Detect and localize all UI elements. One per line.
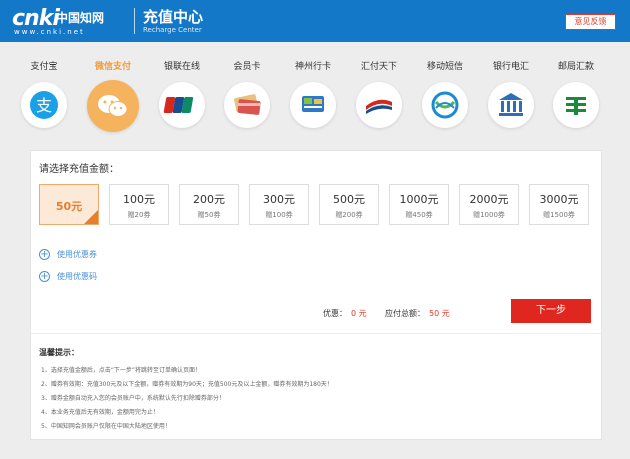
divider: [31, 333, 601, 334]
tab-label: 移动短信: [426, 62, 463, 72]
post-office-icon: [553, 82, 599, 128]
amount-gift: 赠20券: [127, 211, 151, 219]
plus-icon: +: [39, 271, 50, 282]
wechat-icon: [87, 80, 139, 132]
recharge-panel: 请选择充值金额： 50元 100元 赠20券 200元 赠50券 300元 赠1…: [30, 150, 602, 440]
tab-label: 支付宝: [30, 62, 58, 72]
amount-section-title: 请选择充值金额：: [39, 164, 119, 175]
tab-label: 汇付天下: [360, 62, 397, 72]
unionpay-icon: [159, 82, 205, 128]
discount-value: 0 元: [351, 309, 367, 318]
amount-value: 100元: [123, 193, 155, 206]
amount-option-50[interactable]: 50元: [39, 184, 99, 225]
tab-label: 会员卡: [233, 62, 261, 72]
alipay-icon: 支: [21, 82, 67, 128]
tab-label: 神州行卡: [294, 62, 331, 72]
total-value: 50 元: [429, 309, 450, 318]
tab-label: 银行电汇: [492, 62, 529, 72]
tab-unionpay[interactable]: 银联在线: [149, 55, 215, 150]
use-voucher-label: 使用优惠券: [57, 250, 97, 259]
amount-value: 200元: [193, 193, 225, 206]
payment-method-tabs: 支付宝 支 微信支付 银联在线 会员卡 神州行卡 汇付天下 移动短信 银行电汇 …: [0, 55, 630, 150]
feedback-button[interactable]: 意见反馈: [565, 14, 616, 30]
page-title: 充值中心: [143, 8, 204, 26]
shenzhouxing-card-icon: [290, 82, 336, 128]
svg-text:支: 支: [36, 96, 52, 115]
tab-bank-transfer[interactable]: 银行电汇: [478, 55, 544, 150]
tip-item: 2、赠券有效期：充值300元及以下金额，赠券有效期为90天；充值500元及以上金…: [41, 381, 333, 388]
selected-check-icon: [84, 210, 98, 224]
amount-value: 500元: [333, 193, 365, 206]
amount-option-300[interactable]: 300元 赠100券: [249, 184, 309, 225]
tab-wechat-pay[interactable]: 微信支付: [80, 55, 146, 150]
tip-item: 3、赠券金额自动充入您的会员账户中，系统默认先行扣除赠券部分！: [41, 395, 225, 402]
tab-label: 银联在线: [163, 62, 200, 72]
total-label: 应付总额：: [385, 309, 425, 318]
amount-option-500[interactable]: 500元 赠200券: [319, 184, 379, 225]
header-divider: [134, 8, 135, 34]
amount-value: 300元: [263, 193, 295, 206]
amount-gift: 赠50券: [197, 211, 221, 219]
tab-alipay[interactable]: 支付宝 支: [11, 55, 77, 150]
amount-gift: 赠1000券: [473, 211, 505, 219]
discount-label: 优惠：: [323, 309, 347, 318]
amount-gift: 赠1500券: [543, 211, 575, 219]
china-mobile-icon: [422, 82, 468, 128]
bank-icon: [488, 82, 534, 128]
amount-gift: 赠450券: [405, 211, 433, 219]
tip-item: 1、选择充值金额后，点击“下一步”将跳转至订单确认页面！: [41, 367, 202, 374]
amount-option-2000[interactable]: 2000元 赠1000券: [459, 184, 519, 225]
header: cnki 中国知网 www.cnki.net 充值中心 Recharge Cen…: [0, 0, 630, 42]
logo-chinese-name: 中国知网: [56, 11, 105, 25]
amount-option-3000[interactable]: 3000元 赠1500券: [529, 184, 589, 225]
tab-member-card[interactable]: 会员卡: [214, 55, 280, 150]
tab-shenzhouxing-card[interactable]: 神州行卡: [280, 55, 346, 150]
tips-title: 温馨提示：: [39, 348, 79, 357]
amount-option-1000[interactable]: 1000元 赠450券: [389, 184, 449, 225]
tab-label: 邮局汇款: [557, 62, 594, 72]
plus-icon: +: [39, 249, 50, 260]
tip-item: 5、中国知网会员账户仅限在中国大陆地区使用！: [41, 423, 171, 430]
tab-post-office[interactable]: 邮局汇款: [543, 55, 609, 150]
logo-url: www.cnki.net: [14, 28, 85, 36]
tip-item: 4、本业务充值后无有效期，金额用完为止！: [41, 409, 159, 416]
amount-gift: 赠100券: [265, 211, 293, 219]
page-subtitle: Recharge Center: [143, 26, 202, 34]
amount-value: 1000元: [399, 193, 439, 206]
amount-option-100[interactable]: 100元 赠20券: [109, 184, 169, 225]
amount-option-200[interactable]: 200元 赠50券: [179, 184, 239, 225]
tab-chinapnr[interactable]: 汇付天下: [346, 55, 412, 150]
use-promo-code-label: 使用优惠码: [57, 272, 97, 281]
next-step-button[interactable]: 下一步: [511, 299, 591, 323]
amount-gift: 赠200券: [335, 211, 363, 219]
chinapnr-icon: [356, 82, 402, 128]
tab-china-mobile-sms[interactable]: 移动短信: [412, 55, 478, 150]
member-card-icon: [224, 82, 270, 128]
amount-value: 2000元: [469, 193, 509, 206]
tab-label: 微信支付: [94, 62, 131, 72]
amount-value: 3000元: [539, 193, 579, 206]
